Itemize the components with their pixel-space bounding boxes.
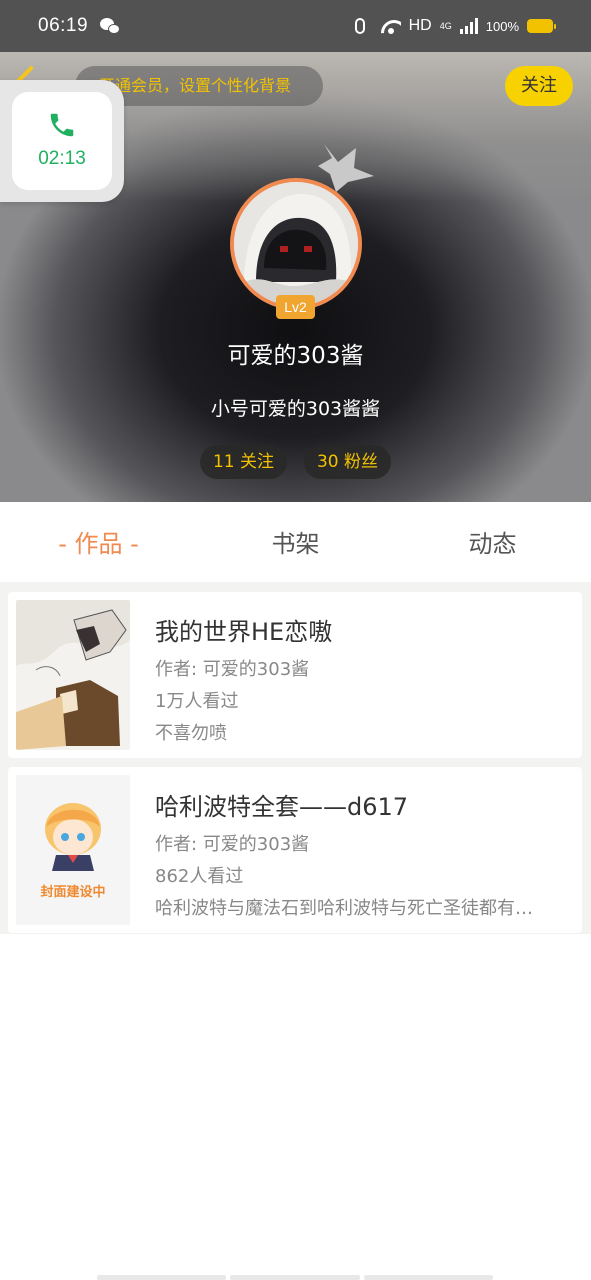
wifi-icon bbox=[381, 18, 401, 34]
cover-placeholder-image bbox=[16, 775, 130, 925]
signal-type: 4G bbox=[439, 20, 452, 31]
book-author: 作者: 可爱的303酱 bbox=[155, 659, 310, 680]
cover-image bbox=[16, 600, 130, 750]
cover-placeholder-text: 封面建设中 bbox=[40, 885, 106, 900]
tab-bar: - 作品 - 书架 动态 bbox=[0, 502, 591, 582]
profile-header: 06:19 HD 4G 100% 开通会员，设置个性化背景 关注 Lv2 可爱的… bbox=[0, 0, 591, 502]
gesture-bar bbox=[97, 1275, 493, 1280]
book-title: 哈利波特全套——d617 bbox=[155, 793, 409, 821]
book-views: 862人看过 bbox=[155, 866, 244, 887]
works-list: 我的世界HE恋嗷 作者: 可爱的303酱 1万人看过 不喜勿喷 封面建设中 哈利… bbox=[0, 582, 591, 934]
avatar-image bbox=[234, 182, 358, 306]
avatar[interactable] bbox=[230, 178, 362, 310]
book-cover[interactable] bbox=[16, 600, 130, 750]
book-info: 哈利波特全套——d617 作者: 可爱的303酱 862人看过 哈利波特与魔法石… bbox=[155, 787, 566, 920]
call-timer: 02:13 bbox=[38, 148, 86, 169]
call-widget-inner[interactable]: 02:13 bbox=[12, 92, 112, 190]
book-description: 不喜勿喷 bbox=[155, 723, 227, 744]
level-badge: Lv2 bbox=[276, 295, 315, 319]
list-item[interactable]: 封面建设中 哈利波特全套——d617 作者: 可爱的303酱 862人看过 哈利… bbox=[8, 767, 582, 933]
status-time: 06:19 bbox=[38, 15, 89, 36]
battery-percent: 100% bbox=[485, 18, 519, 34]
mic-icon bbox=[354, 18, 365, 34]
book-info: 我的世界HE恋嗷 作者: 可爱的303酱 1万人看过 不喜勿喷 bbox=[155, 612, 566, 745]
fans-count[interactable]: 30 粉丝 bbox=[304, 445, 391, 479]
signal-icon bbox=[459, 18, 478, 34]
following-count[interactable]: 11 关注 bbox=[200, 445, 287, 479]
book-views: 1万人看过 bbox=[155, 691, 239, 712]
book-cover[interactable]: 封面建设中 bbox=[16, 775, 130, 925]
phone-icon bbox=[50, 113, 74, 137]
tab-activity[interactable]: 动态 bbox=[394, 502, 591, 582]
book-author: 作者: 可爱的303酱 bbox=[155, 834, 310, 855]
list-item[interactable]: 我的世界HE恋嗷 作者: 可爱的303酱 1万人看过 不喜勿喷 bbox=[8, 592, 582, 758]
battery-icon bbox=[527, 19, 556, 33]
wechat-icon bbox=[100, 17, 122, 35]
bio: 小号可爱的303酱酱 bbox=[210, 398, 381, 420]
status-icons: HD 4G 100% bbox=[354, 17, 556, 35]
username: 可爱的303酱 bbox=[227, 343, 364, 369]
call-widget[interactable]: 02:13 bbox=[0, 80, 124, 202]
follow-button[interactable]: 关注 bbox=[505, 66, 573, 106]
network-label: HD bbox=[408, 17, 432, 34]
tab-bookshelf[interactable]: 书架 bbox=[197, 502, 394, 582]
tab-works[interactable]: - 作品 - bbox=[0, 502, 197, 582]
status-bar: 06:19 HD 4G 100% bbox=[0, 0, 591, 52]
book-title: 我的世界HE恋嗷 bbox=[155, 618, 333, 646]
book-description: 哈利波特与魔法石到哈利波特与死亡圣徒都有… bbox=[155, 898, 533, 919]
